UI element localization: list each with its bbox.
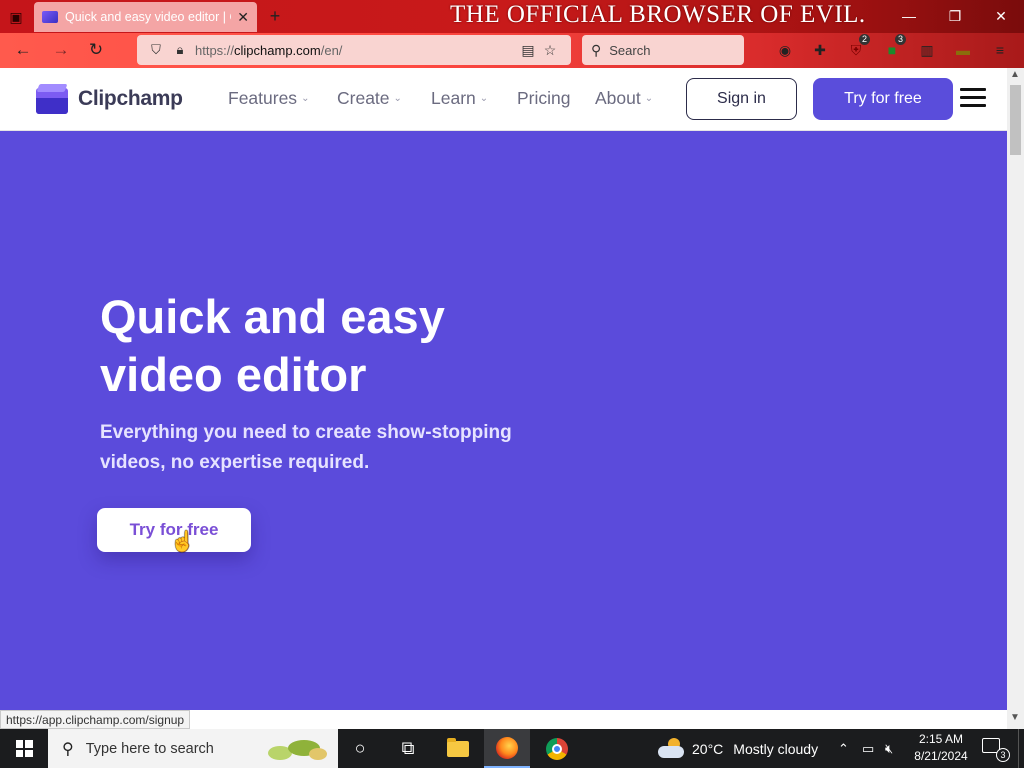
sign-in-button[interactable]: Sign in [686, 78, 797, 120]
tab-title: Quick and easy video editor | Cli [65, 10, 232, 24]
forward-icon[interactable]: → [49, 39, 73, 61]
search-placeholder: Search [609, 42, 651, 58]
theme-banner-text: THE OFFICIAL BROWSER OF EVIL. [450, 1, 866, 28]
chevron-down-icon: ⌄ [393, 93, 402, 104]
extension-green-badge: 3 [894, 34, 906, 45]
weather-temperature: 20°C [692, 740, 724, 757]
windows-logo-icon [15, 740, 33, 757]
url-prefix: https:// [195, 42, 235, 58]
try-for-free-header-button[interactable]: Try for free [813, 78, 953, 120]
page-scrollbar[interactable]: ▲ ▼ [1007, 68, 1024, 729]
hero-title-line1: Quick and easy [100, 290, 445, 343]
brand-name: Clipchamp [78, 87, 183, 110]
weather-description: Mostly cloudy [733, 740, 819, 757]
nav-create[interactable]: Create ⌄ [337, 88, 402, 109]
extensions-puzzle-icon[interactable]: ✚ [810, 40, 830, 60]
chrome-icon[interactable] [534, 729, 580, 768]
scroll-up-icon[interactable]: ▲ [1010, 69, 1020, 80]
url-text[interactable]: https://clipchamp.com/en/ [195, 43, 517, 58]
shield-icon[interactable]: ⛉ [147, 42, 165, 58]
hand-cursor-icon: ☝ [170, 531, 195, 553]
site-header: Clipchamp Features ⌄ Create ⌄ Learn ⌄ Prici… [0, 68, 1007, 131]
tab-clipchamp[interactable]: Quick and easy video editor | Cli ✕ [34, 2, 257, 32]
chevron-down-icon: ⌄ [644, 93, 654, 104]
notification-center-icon[interactable]: 3 [982, 738, 1010, 762]
scroll-down-icon[interactable]: ▼ [1010, 712, 1020, 723]
nav-learn-label: Learn [431, 88, 476, 108]
address-bar[interactable]: ⛉ 🔒︎ https://clipchamp.com/en/ ▤ ☆ [137, 35, 571, 65]
nav-learn[interactable]: Learn ⌄ [431, 88, 488, 109]
search-box[interactable]: ⚲ Search [582, 35, 744, 65]
search-highlight-icon [268, 740, 327, 760]
mostly-cloudy-icon [658, 737, 684, 758]
browser-tab-strip: ▣ Quick and easy video editor | Cli ✕ + … [0, 0, 1024, 33]
lock-icon[interactable]: 🔒︎ [171, 42, 189, 58]
weather-widget[interactable]: 20°C Mostly cloudy [658, 729, 818, 768]
restore-icon[interactable]: ❐ [943, 6, 967, 26]
tray-overflow-icon[interactable]: ⌃ [838, 729, 849, 768]
nav-about[interactable]: About ⌄ [595, 88, 653, 109]
notification-count: 3 [996, 748, 1010, 762]
reload-icon[interactable]: ↻ [84, 39, 108, 61]
show-desktop-button[interactable] [1018, 729, 1024, 768]
app-menu-icon[interactable]: ≡ [990, 40, 1010, 60]
ublock-badge: 2 [858, 34, 870, 45]
start-button[interactable] [0, 729, 48, 768]
search-icon: ⚲ [62, 740, 74, 758]
network-icon[interactable]: ▭ [862, 729, 874, 768]
hero-subtitle: Everything you need to create show-stopp… [100, 422, 512, 473]
firefox-icon[interactable] [484, 729, 530, 768]
browser-toolbar: ← → ↻ ⛉ 🔒︎ https://clipchamp.com/en/ ▤ ☆… [0, 33, 1024, 68]
clock-time: 2:15 AM [918, 732, 964, 746]
new-tab-icon[interactable]: + [265, 5, 285, 27]
search-icon: ⚲ [591, 41, 602, 58]
nav-features-label: Features [228, 88, 298, 108]
clipchamp-favicon-icon [42, 11, 58, 23]
url-host: clipchamp.com [234, 42, 321, 58]
clipboard-icon[interactable]: ▥ [917, 40, 937, 60]
windows-taskbar: ⚲ Type here to search ○ ⧉ 20°C Mostly cl… [0, 729, 1024, 768]
nav-features[interactable]: Features ⌄ [228, 88, 309, 109]
minimize-icon[interactable]: — [897, 6, 921, 26]
web-page: Clipchamp Features ⌄ Create ⌄ Learn ⌄ Prici… [0, 68, 1007, 710]
volume-muted-icon[interactable]: 🔇︎ [885, 729, 893, 768]
file-explorer-icon[interactable] [435, 729, 481, 768]
cortana-icon[interactable]: ○ [337, 729, 383, 768]
link-status-bar: https://app.clipchamp.com/signup [0, 710, 191, 729]
taskbar-search-placeholder: Type here to search [85, 740, 214, 757]
hero-title: Quick and easy video editor [100, 288, 580, 404]
chevron-down-icon: ⌄ [479, 93, 489, 104]
clipchamp-logo[interactable]: Clipchamp [36, 84, 183, 114]
chevron-down-icon: ⌄ [301, 93, 310, 104]
ublock-icon[interactable]: ⛨ 2 [846, 34, 870, 60]
account-icon[interactable]: ◉ [775, 40, 795, 60]
clock-date: 8/21/2024 [914, 749, 968, 763]
bookmark-star-icon[interactable]: ☆ [539, 42, 561, 59]
close-window-icon[interactable]: ✕ [989, 6, 1013, 26]
extension-folder-icon[interactable]: ▬ [953, 40, 973, 60]
hamburger-menu-icon[interactable] [960, 88, 986, 108]
back-icon[interactable]: ← [11, 39, 35, 61]
scroll-thumb[interactable] [1010, 85, 1021, 155]
nav-about-label: About [595, 88, 641, 108]
taskbar-search-box[interactable]: ⚲ Type here to search [48, 729, 338, 768]
nav-create-label: Create [337, 88, 390, 108]
reader-view-icon[interactable]: ▤ [517, 42, 539, 59]
task-view-icon[interactable]: ⧉ [385, 729, 431, 768]
system-clock[interactable]: 2:15 AM 8/21/2024 [906, 731, 976, 765]
hero-title-line2: video editor [100, 348, 367, 401]
url-path: /en/ [320, 42, 343, 58]
clipchamp-logo-icon [36, 84, 68, 114]
close-tab-icon[interactable]: ✕ [237, 9, 249, 26]
tab-list-icon[interactable]: ▣ [6, 7, 26, 27]
nav-pricing[interactable]: Pricing [517, 88, 571, 109]
extension-green-icon[interactable]: ■ 3 [882, 34, 906, 60]
nav-pricing-label: Pricing [517, 88, 571, 108]
